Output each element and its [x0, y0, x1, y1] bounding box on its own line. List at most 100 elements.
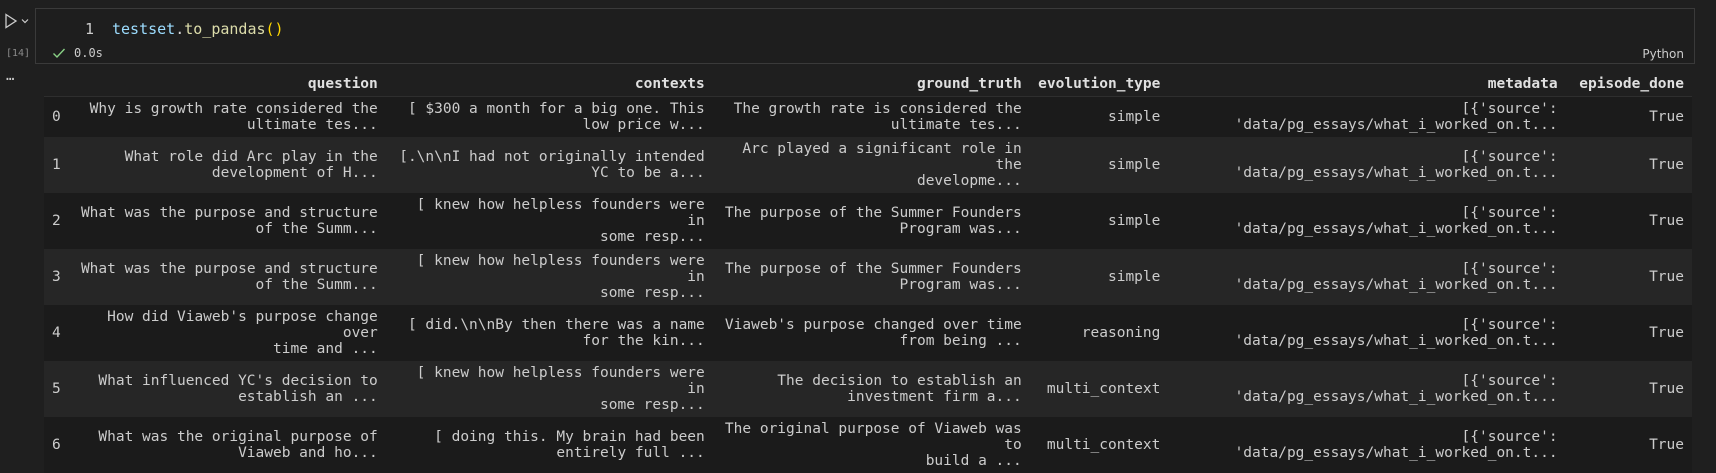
cell-contexts-text: [.\n\nI had not originally intended YC t… [399, 149, 705, 181]
cell-evolution-type: simple [1107, 269, 1161, 285]
execution-status: 0.0s [52, 45, 103, 61]
table-row: 4 How did Viaweb's purpose change over t… [44, 305, 1692, 361]
table-row: 6 What was the original purpose of Viawe… [44, 417, 1692, 473]
code-cell[interactable]: 1 testset. to_pandas() 0.0s Python [35, 8, 1695, 64]
row-index: 1 [52, 157, 61, 173]
cell-metadata: [{'source': 'data/pg_essays/what_i_worke… [1168, 97, 1565, 138]
cell-contexts: [ did.\n\nBy then there was a name for t… [386, 305, 713, 361]
execution-count: [14] [6, 48, 31, 59]
run-cell-button[interactable] [4, 12, 34, 30]
cell-contexts: [.\n\nI had not originally intended YC t… [386, 137, 713, 193]
cell-metadata-text: [{'source': 'data/pg_essays/what_i_worke… [1234, 205, 1558, 237]
cell-metadata-text: [{'source': 'data/pg_essays/what_i_worke… [1234, 149, 1558, 181]
cell-ground-truth-text: Arc played a significant role in the dev… [742, 141, 1022, 189]
cell-ground-truth: Viaweb's purpose changed over time from … [713, 305, 1030, 361]
cell-contexts-text: [ knew how helpless founders were in som… [416, 253, 705, 301]
cell-metadata-text: [{'source': 'data/pg_essays/what_i_worke… [1234, 429, 1558, 461]
table-row: 0 Why is growth rate considered the ulti… [44, 96, 1692, 138]
cell-question-text: What role did Arc play in the developmen… [124, 149, 378, 181]
cell-evolution-type: simple [1107, 157, 1161, 173]
code-line[interactable]: 1 testset. to_pandas() [36, 19, 284, 39]
row-index: 0 [52, 109, 61, 125]
cell-ground-truth: The decision to establish an investment … [713, 361, 1030, 417]
row-index: 2 [52, 213, 61, 229]
cell-metadata: [{'source': 'data/pg_essays/what_i_worke… [1168, 193, 1565, 249]
cell-ground-truth: The purpose of the Summer Founders Progr… [713, 249, 1030, 305]
table-row: 3 What was the purpose and structure of … [44, 249, 1692, 305]
cell-contexts: [ knew how helpless founders were in som… [386, 249, 713, 305]
cell-ground-truth-text: The decision to establish an investment … [777, 373, 1022, 405]
cell-contexts-text: [ knew how helpless founders were in som… [416, 197, 705, 245]
cell-metadata: [{'source': 'data/pg_essays/what_i_worke… [1168, 417, 1565, 473]
cell-output-more-button[interactable]: … [6, 69, 26, 86]
cell-episode-done: True [1649, 109, 1684, 125]
chevron-down-icon[interactable] [20, 16, 30, 26]
cell-question: What was the original purpose of Viaweb … [69, 417, 386, 473]
cell-metadata-text: [{'source': 'data/pg_essays/what_i_worke… [1234, 261, 1558, 293]
cell-question: What influenced YC's decision to establi… [69, 361, 386, 417]
cell-metadata: [{'source': 'data/pg_essays/what_i_worke… [1168, 361, 1565, 417]
cell-ground-truth-text: The purpose of the Summer Founders Progr… [724, 261, 1022, 293]
cell-question-text: What influenced YC's decision to establi… [98, 373, 378, 405]
cell-ground-truth-text: Viaweb's purpose changed over time from … [724, 317, 1022, 349]
cell-metadata: [{'source': 'data/pg_essays/what_i_worke… [1168, 137, 1565, 193]
row-index: 4 [52, 325, 61, 341]
cell-evolution-type: simple [1107, 213, 1161, 229]
cell-contexts: [ knew how helpless founders were in som… [386, 193, 713, 249]
cell-evolution-type: reasoning [1081, 325, 1161, 341]
cell-question: How did Viaweb's purpose change over tim… [69, 305, 386, 361]
cell-ground-truth: The original purpose of Viaweb was to bu… [713, 417, 1030, 473]
code-variable: testset [112, 20, 176, 38]
cell-episode-done: True [1649, 157, 1684, 173]
cell-metadata: [{'source': 'data/pg_essays/what_i_worke… [1168, 305, 1565, 361]
cell-metadata-text: [{'source': 'data/pg_essays/what_i_worke… [1234, 101, 1558, 133]
cell-question: What was the purpose and structure of th… [69, 193, 386, 249]
cell-metadata: [{'source': 'data/pg_essays/what_i_worke… [1168, 249, 1565, 305]
cell-episode-done: True [1649, 269, 1684, 285]
ellipsis-icon: … [6, 68, 15, 84]
table-row: 5 What influenced YC's decision to estab… [44, 361, 1692, 417]
cell-ground-truth: Arc played a significant role in the dev… [713, 137, 1030, 193]
kernel-language-button[interactable]: Python [1642, 47, 1684, 61]
column-header-contexts: contexts [385, 72, 713, 97]
column-header-ground-truth: ground_truth [712, 72, 1030, 97]
cell-evolution-type: simple [1107, 109, 1161, 125]
cell-question-text: What was the original purpose of Viaweb … [98, 429, 378, 461]
cell-metadata-text: [{'source': 'data/pg_essays/what_i_worke… [1234, 317, 1558, 349]
table-row: 2 What was the purpose and structure of … [44, 193, 1692, 249]
cell-question-text: How did Viaweb's purpose change over tim… [107, 309, 378, 357]
cell-episode-done: True [1649, 381, 1684, 397]
cell-contexts-text: [ doing this. My brain had been entirely… [434, 429, 705, 461]
cell-output: question contexts ground_truth evolution… [44, 72, 1692, 473]
execution-time: 0.0s [74, 46, 103, 60]
dataframe-table: question contexts ground_truth evolution… [44, 72, 1692, 473]
cell-gutter: [14] … [0, 0, 36, 406]
cell-metadata-text: [{'source': 'data/pg_essays/what_i_worke… [1234, 373, 1558, 405]
cell-evolution-type: multi_context [1046, 437, 1161, 453]
row-index: 3 [52, 269, 61, 285]
cell-contexts-text: [ $300 a month for a big one. This low p… [407, 101, 705, 133]
column-header-question: question [68, 72, 386, 97]
table-header-row: question contexts ground_truth evolution… [44, 72, 1692, 97]
column-header-metadata: metadata [1168, 72, 1566, 97]
code-method: to_pandas [184, 20, 266, 38]
index-header [44, 72, 69, 97]
play-icon [5, 13, 18, 29]
cell-contexts: [ knew how helpless founders were in som… [386, 361, 713, 417]
column-header-episode-done: episode_done [1565, 72, 1692, 97]
cell-ground-truth-text: The purpose of the Summer Founders Progr… [724, 205, 1022, 237]
table-row: 1 What role did Arc play in the developm… [44, 137, 1692, 193]
column-header-evolution-type: evolution_type [1029, 72, 1169, 97]
row-index: 5 [52, 381, 61, 397]
cell-ground-truth: The growth rate is considered the ultima… [713, 97, 1030, 138]
cell-question-text: Why is growth rate considered the ultima… [89, 101, 378, 133]
cell-ground-truth-text: The original purpose of Viaweb was to bu… [724, 421, 1022, 469]
cell-question-text: What was the purpose and structure of th… [80, 261, 378, 293]
check-icon [53, 48, 66, 59]
cell-episode-done: True [1649, 213, 1684, 229]
row-index: 6 [52, 437, 61, 453]
code-parens: () [265, 20, 284, 38]
cell-contexts: [ doing this. My brain had been entirely… [386, 417, 713, 473]
cell-ground-truth: The purpose of the Summer Founders Progr… [713, 193, 1030, 249]
code-dot: . [175, 20, 185, 38]
